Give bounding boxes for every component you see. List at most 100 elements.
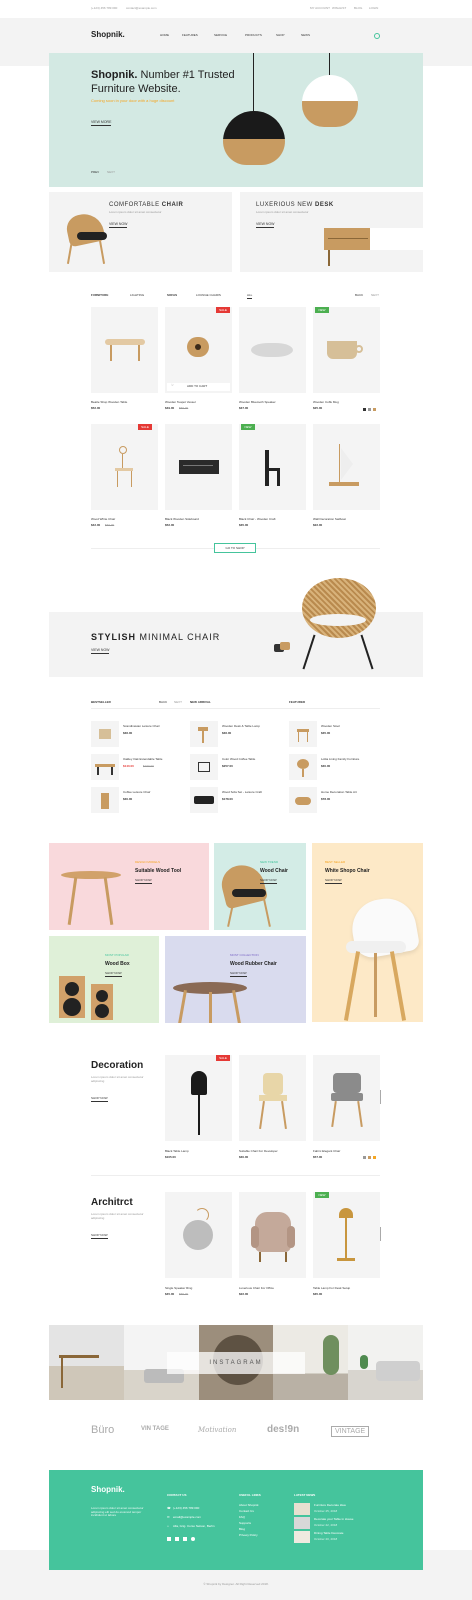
brand-logo-buro[interactable]: Büro xyxy=(91,1424,114,1436)
list-item-name[interactable]: Color Wood Coffee Table xyxy=(222,757,255,762)
product-name[interactable]: Fabric Elegant Chair xyxy=(313,1149,340,1154)
list-item[interactable]: Color Wood Coffee Table $257.00 xyxy=(190,754,285,780)
list-item[interactable]: Coffee Leisure Chair $30.00 xyxy=(91,787,186,813)
brand-logo-vintage-1[interactable]: VIN TAGE xyxy=(141,1426,169,1432)
product-name[interactable]: Wooden Coffe Mug xyxy=(313,400,339,405)
product-name[interactable]: Wooden Bluetooth Speaker xyxy=(239,400,276,405)
useful-link[interactable]: FAQ xyxy=(239,1515,245,1520)
instagram-label[interactable]: INSTAGRAM xyxy=(167,1352,305,1374)
category-wood-rubber-chair[interactable]: MOST COLLECTION Wood Rubber Chair SHOP N… xyxy=(165,936,306,1023)
pinterest-icon[interactable] xyxy=(191,1537,195,1541)
decoration-card-1[interactable]: SALE Black Table Lamp $105.00 xyxy=(165,1055,232,1163)
category-wood-tool[interactable]: DESIGN MODELS Suitable Wood Tool SHOP NO… xyxy=(49,843,209,930)
color-swatch[interactable] xyxy=(363,408,366,411)
tab-sofas[interactable]: SOFAS xyxy=(167,293,177,298)
nav-news[interactable]: NEWS xyxy=(301,33,310,38)
nav-features[interactable]: FEATURES xyxy=(182,33,198,38)
decoration-cta[interactable]: SHOP NOW xyxy=(91,1096,108,1102)
search-icon[interactable] xyxy=(374,33,380,39)
nav-shop[interactable]: SHOP xyxy=(276,33,285,38)
product-name[interactable]: Luxerious Chair For Office xyxy=(239,1286,274,1291)
contact-email[interactable]: email@example.com xyxy=(173,1515,201,1520)
promo-desk-cta[interactable]: VIEW NOW xyxy=(256,222,275,228)
category-cta[interactable]: SHOP NOW xyxy=(230,971,247,977)
topbar-email[interactable]: contact@example.com xyxy=(126,6,157,11)
architect-card-1[interactable]: Single Speaker Ring $45.00 $55.00 xyxy=(165,1192,232,1300)
list-item[interactable]: Lolita Living Family Furniture $30.00 xyxy=(289,754,384,780)
nav-home[interactable]: HOME xyxy=(160,33,169,38)
category-cta[interactable]: SHOP NOW xyxy=(135,878,152,884)
product-name[interactable]: Wooden Teapot Vessel xyxy=(165,400,196,405)
architect-card-2[interactable]: Luxerious Chair For Office $22.00 xyxy=(239,1192,306,1300)
promo-chair-cta[interactable]: VIEW NOW xyxy=(109,222,128,228)
nav-service[interactable]: SERVICE xyxy=(214,33,227,38)
product-card-1[interactable]: Beatle Shop Wooden Table $52.00 xyxy=(91,307,158,412)
twitter-icon[interactable] xyxy=(175,1537,179,1541)
product-name[interactable]: Table Lamp For Desk Setup xyxy=(313,1286,350,1291)
useful-link[interactable]: Supports xyxy=(239,1521,251,1526)
hero-cta[interactable]: VIEW MORE xyxy=(91,120,112,126)
news-item[interactable]: Dining Table Decorate October 20, 2018 xyxy=(294,1531,384,1543)
architect-cta[interactable]: SHOP NOW xyxy=(91,1233,108,1239)
wishlist-heart-icon[interactable]: ♡ xyxy=(171,383,174,388)
decoration-card-2[interactable]: Suitable Chair For Developer $30.00 xyxy=(239,1055,306,1163)
useful-link[interactable]: Privacy Policy xyxy=(239,1533,258,1538)
architect-card-3[interactable]: NEW Table Lamp For Desk Setup $35.00 xyxy=(313,1192,380,1300)
list-item[interactable]: Wood Sofa Set - Leisure Craft $178.00 xyxy=(190,787,285,813)
list-item-name[interactable]: Oakley Oak Extendable Table xyxy=(123,757,162,762)
instagram-photo[interactable] xyxy=(49,1325,124,1400)
color-swatch[interactable] xyxy=(368,1156,371,1159)
tab-all[interactable]: ALL xyxy=(247,293,253,299)
list-item-name[interactable]: Wooden Desk & Table Lamp xyxy=(222,724,260,729)
list-item-name[interactable]: Home Decoration Table Art xyxy=(321,790,357,795)
topbar-account[interactable]: MY ACCOUNT xyxy=(310,6,330,11)
contact-phone[interactable]: (+123) 456 789 090 xyxy=(173,1506,199,1511)
product-card-2[interactable]: ♡ ADD TO CART SALE Wooden Teapot Vessel … xyxy=(165,307,232,412)
color-swatch[interactable] xyxy=(373,408,376,411)
topbar-wishlist[interactable]: WISHLIST xyxy=(332,6,346,11)
category-white-chair[interactable]: BEST SELLER White Shopo Chair SHOP NOW xyxy=(312,843,423,1022)
promo-chair[interactable]: COMFORTABLE CHAIR Lorem ipsum dolor sit … xyxy=(49,192,232,272)
product-name[interactable]: Single Speaker Ring xyxy=(165,1286,192,1291)
brand-logo-motivation[interactable]: Motivation xyxy=(198,1426,236,1434)
list-item[interactable]: Wooden Desk & Table Lamp $36.00 xyxy=(190,721,285,747)
category-wood-box[interactable]: MOST POPULAR Wood Box SHOP NOW xyxy=(49,936,159,1023)
useful-link[interactable]: Blog xyxy=(239,1527,245,1532)
list-item[interactable]: Home Decoration Table Art $78.00 xyxy=(289,787,384,813)
list-item-name[interactable]: Lolita Living Family Furniture xyxy=(321,757,359,762)
color-swatch[interactable] xyxy=(373,1156,376,1159)
list-item[interactable]: Oakley Oak Extendable Table $140.00 $160… xyxy=(91,754,186,780)
add-to-cart-button[interactable]: ADD TO CART xyxy=(187,384,207,389)
product-card-7[interactable]: NEW Black Chair - Wooden Craft $35.00 xyxy=(239,424,306,529)
category-cta[interactable]: SHOP NOW xyxy=(260,878,277,884)
logo[interactable]: Shopnik. xyxy=(91,30,125,39)
category-cta[interactable]: SHOP NOW xyxy=(105,971,122,977)
products-back[interactable]: BACK xyxy=(355,293,363,298)
topbar-login[interactable]: LOGIN xyxy=(369,6,378,11)
product-card-4[interactable]: NEW Wooden Coffe Mug $25.00 xyxy=(313,307,380,412)
instagram-photo[interactable] xyxy=(348,1325,423,1400)
products-next[interactable]: NEXT xyxy=(371,293,379,298)
tab-lighting[interactable]: LIGHTING xyxy=(130,293,144,298)
promo-desk[interactable]: LUXERIOUS NEW DESK Lorem ipsum dolor sit… xyxy=(240,192,423,272)
go-to-shop-button[interactable]: GO TO SHOP xyxy=(214,543,256,553)
product-name[interactable]: Black Wooden Sideboard xyxy=(165,517,199,522)
product-name[interactable]: Suitable Chair For Developer xyxy=(239,1149,278,1154)
stylish-banner-cta[interactable]: VIEW NOW xyxy=(91,648,110,654)
bestseller-back[interactable]: BACK xyxy=(159,700,167,705)
news-item[interactable]: Decorate your Table in House October 22,… xyxy=(294,1517,384,1529)
nav-products[interactable]: PRODUCTS xyxy=(245,33,262,38)
color-swatch[interactable] xyxy=(368,408,371,411)
hero-next[interactable]: NEXT xyxy=(107,170,115,175)
list-item-name[interactable]: Wooden Stool xyxy=(321,724,340,729)
footer-logo[interactable]: Shopnik. xyxy=(91,1485,125,1494)
brand-logo-vintage-2[interactable]: VINTAGE xyxy=(331,1426,370,1437)
list-item-name[interactable]: Coffee Leisure Chair xyxy=(123,790,150,795)
bestseller-next[interactable]: NEXT xyxy=(174,700,182,705)
list-item[interactable]: Scandinavian Leisure Chair $36.00 xyxy=(91,721,186,747)
decoration-card-3[interactable]: Fabric Elegant Chair $57.00 xyxy=(313,1055,380,1163)
news-title[interactable]: Decorate your Table in House xyxy=(314,1517,353,1522)
instagram-icon[interactable] xyxy=(183,1537,187,1541)
product-card-3[interactable]: Wooden Bluetooth Speaker $37.00 xyxy=(239,307,306,412)
product-card-8[interactable]: Wall Decoration Sailboat $22.00 xyxy=(313,424,380,529)
